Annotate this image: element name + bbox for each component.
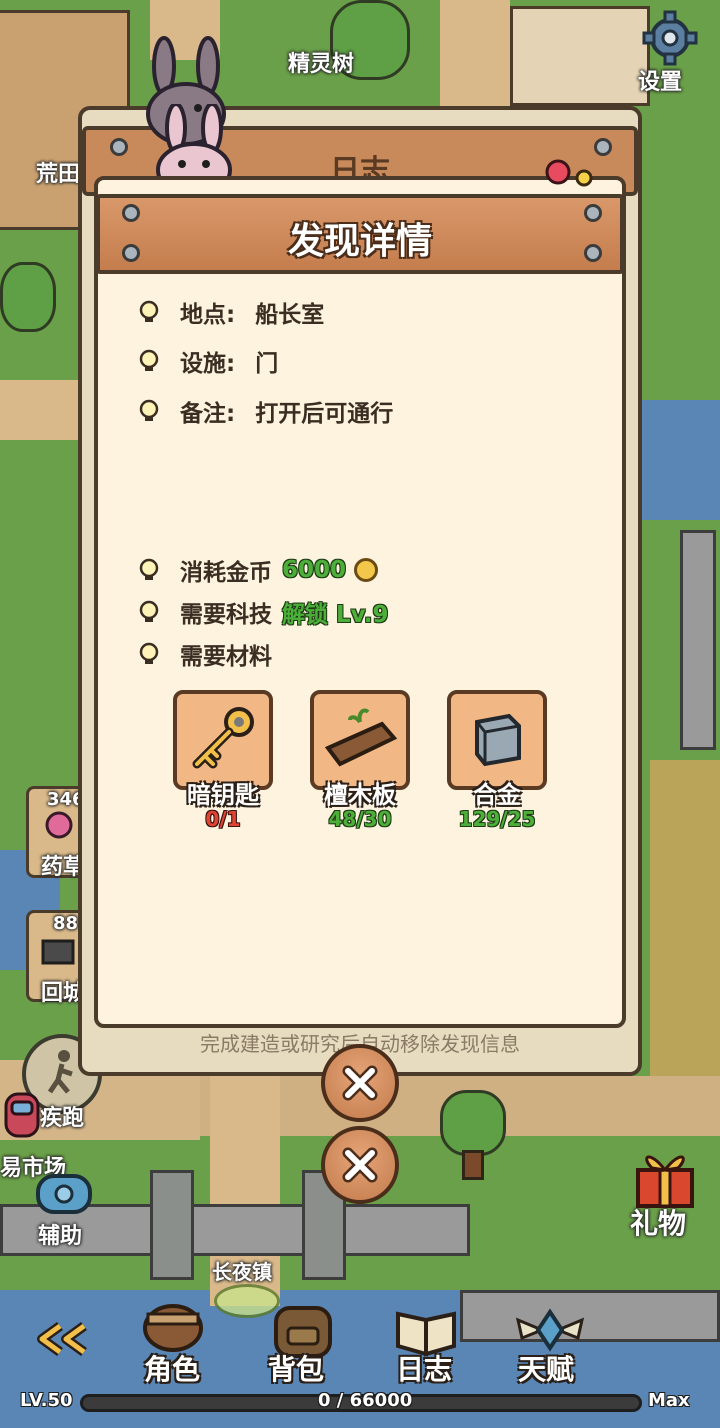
- controller-icon: [36, 1174, 92, 1214]
- bolt-icon: [584, 244, 602, 262]
- gear-icon: [642, 10, 698, 66]
- tech-row: 需要科技 解锁 Lv.9: [136, 595, 389, 629]
- wasteland-label[interactable]: 荒田: [36, 156, 80, 188]
- tech-label: 需要科技: [180, 602, 272, 628]
- lightbulb-icon: [139, 300, 159, 322]
- collapse-menu-button[interactable]: [30, 1321, 94, 1357]
- facility-row: 设施: 门: [136, 344, 278, 378]
- tree-trunk: [462, 1150, 484, 1180]
- herb-flower-icon: [45, 811, 73, 839]
- facility-value: 门: [255, 351, 279, 377]
- lightbulb-icon: [139, 399, 159, 421]
- spirit-tree-label[interactable]: 精灵树: [288, 46, 354, 78]
- recall-item-button[interactable]: 88 回城: [26, 910, 86, 1006]
- material-count-dark-key: 0/1: [205, 807, 241, 831]
- material-name-sandalwood-plank: 檀木板: [324, 781, 396, 809]
- bolt-icon: [594, 138, 612, 156]
- stone-pillar: [680, 530, 716, 750]
- bolt-icon: [122, 204, 140, 222]
- nav-character-label[interactable]: 角色: [144, 1348, 200, 1388]
- facility-label: 设施:: [180, 351, 236, 377]
- gift-label: 礼物: [630, 1207, 687, 1240]
- location-label: 地点:: [180, 302, 236, 328]
- bolt-icon: [122, 244, 140, 262]
- cost-label: 消耗金币: [180, 560, 272, 586]
- materials-row: 需要材料: [136, 637, 272, 671]
- nav-backpack-label[interactable]: 背包: [268, 1348, 324, 1388]
- gold-coin-icon: [354, 558, 379, 582]
- close-detail-button[interactable]: [321, 1044, 399, 1122]
- material-count-alloy: 129/25: [458, 807, 536, 831]
- note-row: 备注: 打开后可通行: [136, 394, 393, 428]
- location-value: 船长室: [255, 302, 325, 328]
- gate-pillar: [150, 1170, 194, 1280]
- material-count-sandalwood-plank: 48/30: [328, 807, 392, 831]
- double-chevron-left-icon: [37, 1321, 87, 1357]
- hay-field: [650, 760, 720, 1120]
- dirt-path: [0, 380, 80, 440]
- lightbulb-icon: [139, 600, 159, 622]
- gift-button[interactable]: 礼物: [626, 1146, 716, 1246]
- close-icon: [342, 1065, 378, 1101]
- market-button[interactable]: 易市场: [0, 1088, 70, 1181]
- note-value: 打开后可通行: [255, 401, 394, 427]
- dirt-path: [440, 0, 510, 110]
- discovery-detail-title: 发现详情: [287, 221, 432, 262]
- close-log-button[interactable]: [321, 1126, 399, 1204]
- assist-button[interactable]: 辅助: [30, 1168, 100, 1249]
- location-row: 地点: 船长室: [136, 295, 324, 329]
- nav-talent-label[interactable]: 天赋: [518, 1348, 574, 1388]
- tree-icon: [0, 262, 56, 332]
- recall-count: 88: [53, 913, 79, 934]
- lightbulb-icon: [139, 642, 159, 664]
- max-level-label: Max: [648, 1390, 690, 1411]
- settings-label: 设置: [638, 70, 683, 95]
- gift-box-icon: [636, 1155, 694, 1208]
- recall-scroll-icon: [41, 939, 75, 965]
- close-icon: [342, 1147, 378, 1183]
- discovery-detail-header: 发现详情: [96, 194, 624, 274]
- wood-plank-icon: [324, 708, 398, 767]
- bolt-icon: [584, 204, 602, 222]
- lightbulb-icon: [139, 558, 159, 580]
- tree-icon: [440, 1090, 506, 1156]
- lightbulb-icon: [139, 349, 159, 371]
- herb-item-button[interactable]: 346 药草: [26, 786, 86, 880]
- tech-value: 解锁 Lv.9: [282, 602, 389, 628]
- cost-row: 消耗金币 6000: [136, 553, 379, 587]
- bolt-icon: [110, 138, 128, 156]
- flower-icon: [545, 159, 593, 187]
- merchant-icon: [4, 1092, 40, 1138]
- alloy-cube-icon: [475, 713, 521, 767]
- player-level: LV.50: [20, 1390, 73, 1411]
- town-label[interactable]: 长夜镇: [212, 1256, 272, 1285]
- xp-text: 0 / 66000: [318, 1390, 413, 1411]
- workshop-area: [510, 6, 650, 106]
- key-icon: [192, 707, 254, 769]
- settings-button[interactable]: 设置: [630, 8, 710, 95]
- note-label: 备注:: [180, 401, 236, 427]
- material-name-dark-key: 暗钥匙: [187, 781, 259, 809]
- material-name-alloy: 合金: [473, 781, 521, 809]
- cost-value: 6000: [282, 557, 347, 583]
- nav-log-label[interactable]: 日志: [396, 1348, 452, 1388]
- assist-label: 辅助: [38, 1224, 83, 1249]
- river: [640, 400, 720, 520]
- materials-label: 需要材料: [180, 644, 272, 670]
